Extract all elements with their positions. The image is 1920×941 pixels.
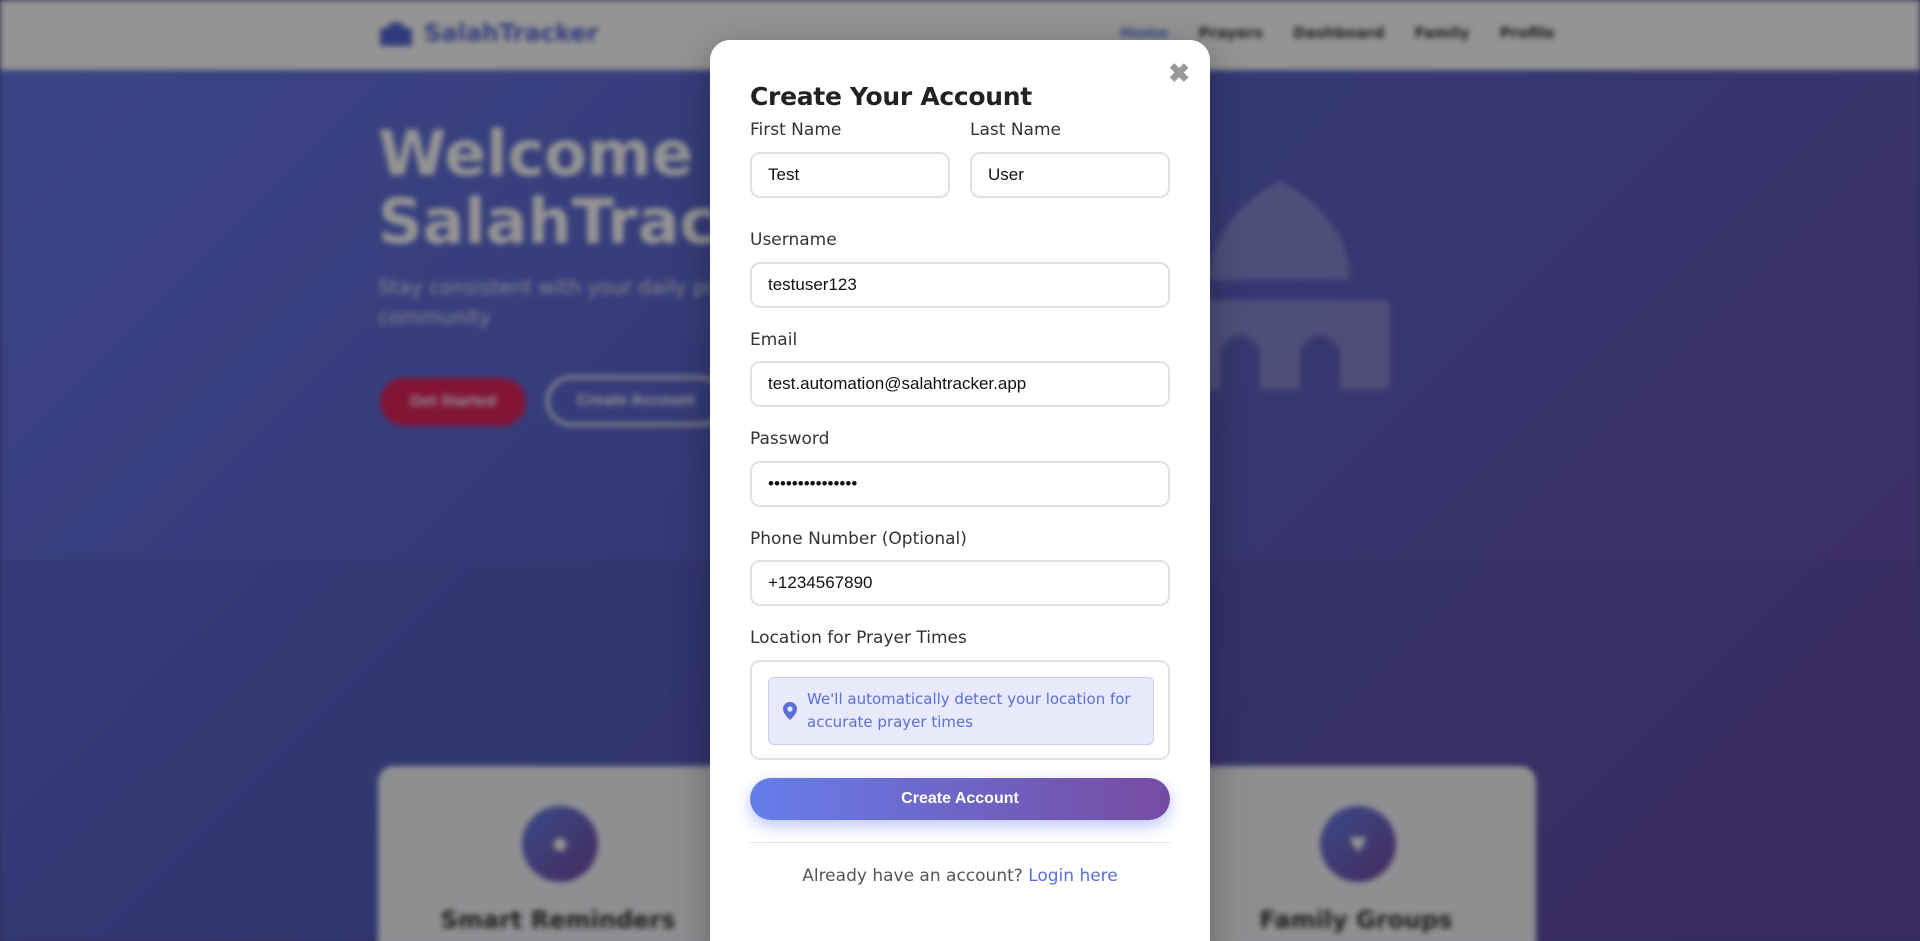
login-link[interactable]: Login here [1028, 866, 1118, 886]
password-label: Password [750, 429, 830, 449]
create-account-modal: ✖ Create Your Account First Name Last Na… [710, 40, 1210, 941]
close-icon[interactable]: ✖ [1168, 60, 1190, 86]
location-box: We'll automatically detect your location… [750, 660, 1170, 760]
username-field[interactable] [750, 262, 1170, 308]
map-pin-icon [783, 702, 797, 720]
login-prompt: Already have an account? Login here [710, 866, 1210, 886]
last-name-label: Last Name [970, 120, 1061, 140]
email-label: Email [750, 330, 798, 350]
email-field[interactable] [750, 361, 1170, 407]
location-info: We'll automatically detect your location… [768, 677, 1154, 745]
modal-title: Create Your Account [750, 82, 1032, 111]
phone-label: Phone Number (Optional) [750, 529, 967, 549]
login-prompt-text: Already have an account? [802, 866, 1023, 886]
location-info-text: We'll automatically detect your location… [807, 690, 1131, 731]
location-label: Location for Prayer Times [750, 628, 967, 648]
password-field[interactable] [750, 461, 1170, 507]
create-account-button[interactable]: Create Account [750, 778, 1170, 820]
phone-field[interactable] [750, 560, 1170, 606]
first-name-label: First Name [750, 120, 842, 140]
username-label: Username [750, 230, 837, 250]
last-name-field[interactable] [970, 152, 1170, 198]
divider [750, 842, 1170, 843]
first-name-field[interactable] [750, 152, 950, 198]
